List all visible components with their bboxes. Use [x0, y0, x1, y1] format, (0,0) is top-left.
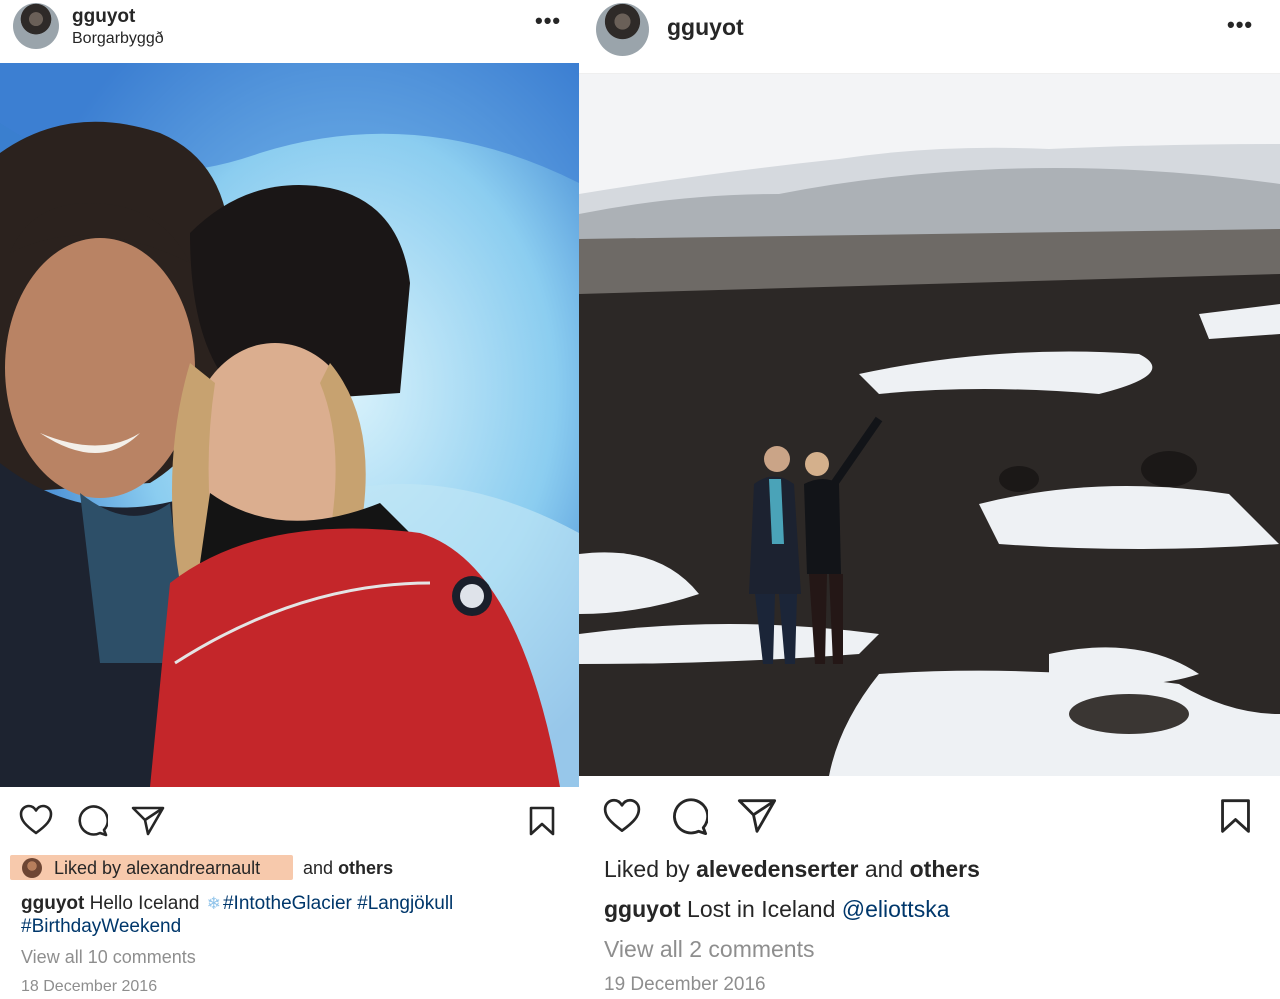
avatar[interactable]	[13, 3, 59, 49]
likes-suffix: and others	[303, 858, 423, 879]
comment-icon[interactable]	[76, 805, 108, 837]
snowflake-emoji: ❄	[206, 894, 221, 913]
glacier-selfie-image	[0, 63, 579, 787]
username[interactable]: gguyot	[72, 6, 135, 28]
liked-by-prefix: Liked by	[54, 858, 122, 878]
view-comments-link[interactable]: View all 10 comments	[21, 947, 196, 968]
post-photo[interactable]	[0, 63, 579, 787]
post-header: gguyot Borgarbyggð •••	[0, 0, 579, 63]
liked-by-others[interactable]: others	[338, 858, 393, 878]
mention[interactable]: @eliottska	[842, 896, 950, 922]
liked-by-and: and	[864, 856, 904, 882]
heart-icon[interactable]	[19, 804, 53, 836]
post-date: 19 December 2016	[604, 974, 766, 995]
liker-username[interactable]: alexandrearnault	[126, 858, 260, 878]
view-comments-link[interactable]: View all 2 comments	[604, 936, 815, 963]
location[interactable]: Borgarbyggð	[72, 30, 164, 48]
caption-username[interactable]: gguyot	[604, 896, 681, 922]
share-icon[interactable]	[737, 798, 777, 834]
bookmark-icon[interactable]	[1219, 798, 1252, 834]
caption-text: Hello Iceland	[89, 893, 200, 914]
username[interactable]: gguyot	[667, 14, 744, 41]
caption-text: Lost in Iceland	[687, 896, 836, 922]
liker-avatar	[22, 858, 42, 878]
liked-by-prefix: Liked by	[604, 856, 690, 882]
post-header: gguyot •••	[579, 0, 1280, 74]
likes-summary[interactable]: Liked by alexandrearnault and others	[10, 855, 393, 880]
landscape-image	[579, 74, 1280, 776]
comment-icon[interactable]	[670, 798, 708, 836]
likes-text: Liked by alexandrearnault and others	[54, 858, 393, 879]
hashtag[interactable]: #Langjökull	[357, 893, 453, 914]
avatar[interactable]	[596, 3, 649, 56]
hashtag[interactable]: #BirthdayWeekend	[21, 916, 181, 937]
post-left: gguyot Borgarbyggð ••• Liked by alexandr…	[0, 0, 579, 999]
liked-by-and: and	[303, 858, 334, 878]
heart-icon[interactable]	[602, 798, 642, 834]
liker-username[interactable]: alevedenserter	[696, 856, 858, 882]
post-date: 18 December 2016	[21, 978, 158, 995]
more-options-button[interactable]: •••	[1227, 14, 1253, 36]
share-icon[interactable]	[131, 806, 165, 836]
post-right: gguyot ••• Liked by alevedenserter and o…	[579, 0, 1280, 999]
caption: gguyot Lost in Iceland @eliottska	[604, 896, 950, 923]
likes-summary[interactable]: Liked by alevedenserter and others	[604, 856, 980, 883]
more-options-button[interactable]: •••	[535, 10, 561, 32]
liked-by-others[interactable]: others	[910, 856, 980, 882]
caption-username[interactable]: gguyot	[21, 893, 84, 914]
hashtag[interactable]: #IntotheGlacier	[223, 893, 352, 914]
post-photo[interactable]	[579, 74, 1280, 776]
bookmark-icon[interactable]	[528, 806, 556, 836]
caption: gguyot Hello Iceland ❄ #IntotheGlacier #L…	[21, 892, 561, 938]
